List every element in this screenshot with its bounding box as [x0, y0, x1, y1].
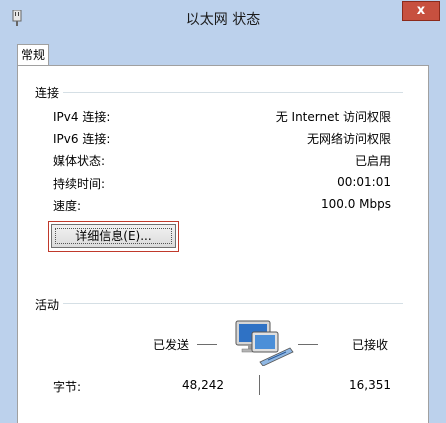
- network-computers-icon: [235, 320, 294, 366]
- ipv4-value: 无 Internet 访问权限: [275, 110, 391, 124]
- duration-label: 持续时间:: [53, 177, 106, 191]
- details-button[interactable]: 详细信息(E)...: [51, 224, 176, 248]
- close-icon: x: [416, 3, 426, 18]
- ipv6-label: IPv6 连接:: [53, 132, 111, 146]
- title-bar[interactable]: 以太网 状态 x: [0, 0, 446, 36]
- connection-group-divider: [63, 92, 403, 93]
- connection-group-label: 连接: [35, 86, 60, 100]
- sent-connector-line: [197, 344, 217, 345]
- ipv4-label: IPv4 连接:: [53, 110, 111, 124]
- activity-group-label: 活动: [35, 298, 60, 312]
- bytes-sent-value: 48,242: [182, 378, 224, 392]
- tab-bar: 常规: [17, 40, 429, 66]
- activity-divider: [259, 375, 260, 395]
- ethernet-status-window: 以太网 状态 x 常规 连接 IPv4 连接: 无 Internet 访问权限 …: [0, 0, 446, 423]
- ipv6-value: 无网络访问权限: [306, 132, 391, 146]
- sent-label: 已发送: [153, 338, 190, 352]
- activity-group-divider: [63, 303, 403, 304]
- tab-general[interactable]: 常规: [17, 44, 49, 66]
- window-title: 以太网 状态: [185, 12, 261, 28]
- bytes-label: 字节:: [53, 380, 82, 394]
- media-state-value: 已启用: [354, 154, 391, 168]
- media-state-label: 媒体状态:: [53, 154, 106, 168]
- duration-value: 00:01:01: [337, 175, 391, 189]
- speed-value: 100.0 Mbps: [320, 197, 391, 211]
- close-button[interactable]: x: [402, 1, 440, 21]
- received-label: 已接收: [352, 338, 389, 352]
- speed-label: 速度:: [53, 199, 82, 213]
- bytes-received-value: 16,351: [349, 378, 391, 392]
- received-connector-line: [298, 344, 318, 345]
